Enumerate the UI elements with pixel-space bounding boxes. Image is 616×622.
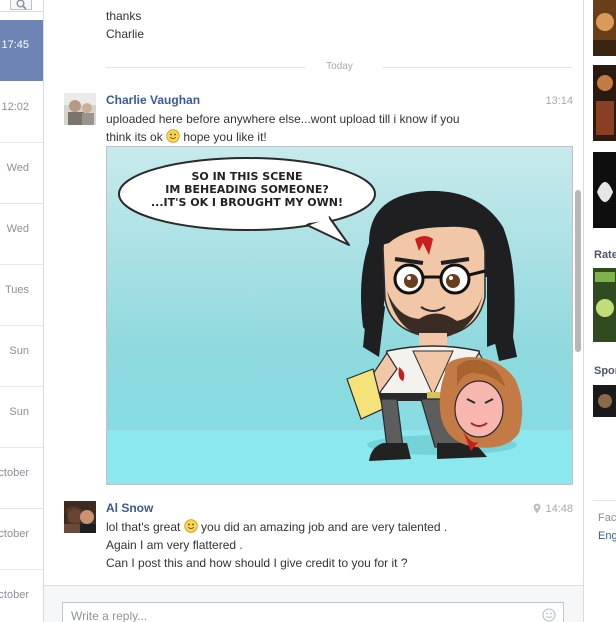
section-heading-rate: Rate: [594, 249, 616, 261]
smiley-icon: [166, 129, 180, 143]
message-time: 14:48: [545, 503, 573, 515]
conversation-time: 17:45: [1, 39, 29, 51]
emoji-icon[interactable]: [542, 608, 556, 622]
message-fragment: you did an amazing job and are very tale…: [197, 520, 448, 534]
thread-scrollbar[interactable]: [574, 0, 583, 622]
previous-message-line: Charlie: [106, 27, 145, 41]
message-fragment: hope you like it!: [180, 130, 267, 144]
language-link[interactable]: Eng: [598, 530, 616, 542]
conversation-time: 12:02: [1, 101, 29, 113]
conversation-item[interactable]: Wed: [0, 143, 43, 204]
speech-bubble-line: IM BEHEADING SOMEONE?: [165, 183, 328, 196]
message-line: uploaded here before anywhere else...won…: [106, 112, 460, 126]
previous-message: thanks Charlie: [106, 7, 144, 43]
location-pin-icon[interactable]: [533, 503, 541, 514]
conversation-item[interactable]: ctober: [0, 570, 43, 622]
speech-bubble-line: ...IT'S OK I BROUGHT MY OWN!: [151, 196, 343, 209]
conversation-item[interactable]: Tues: [0, 265, 43, 326]
conversation-item[interactable]: 12:02: [0, 82, 43, 143]
right-sidebar: Rate Spon Fac Eng: [583, 0, 616, 622]
section-heading-sponsored: Spon: [594, 365, 616, 377]
conversation-item[interactable]: Sun: [0, 326, 43, 387]
message-thread: thanks Charlie Today Charlie Vaughan 13:…: [44, 0, 574, 622]
sidebar-thumbnail[interactable]: [593, 152, 616, 228]
message-line: lol that's great you did an amazing job …: [106, 518, 516, 536]
previous-message-line: thanks: [106, 9, 142, 23]
smiley-icon: [183, 519, 198, 533]
reply-input[interactable]: [62, 602, 564, 622]
reply-bar: [44, 585, 583, 622]
sidebar-thumbnail[interactable]: [593, 268, 616, 342]
message-text: lol that's great you did an amazing job …: [106, 518, 516, 572]
conversation-time: ctober: [0, 467, 29, 479]
avatar-al-snow[interactable]: [64, 501, 96, 533]
message-time: 13:14: [545, 95, 573, 107]
conversation-time: Sun: [9, 345, 29, 357]
search-icon: [16, 0, 27, 10]
search-button[interactable]: [10, 0, 32, 10]
conversation-item[interactable]: Sun: [0, 387, 43, 448]
speech-bubble-line: SO IN THIS SCENE: [191, 170, 302, 183]
image-attachment[interactable]: SO IN THIS SCENE IM BEHEADING SOMEONE? .…: [106, 146, 573, 485]
conversation-search[interactable]: [0, 0, 43, 12]
conversation-time: ctober: [0, 528, 29, 540]
conversation-item[interactable]: ctober: [0, 448, 43, 509]
sidebar-thumbnail[interactable]: [593, 65, 616, 141]
message-sender[interactable]: Charlie Vaughan: [106, 93, 200, 107]
sidebar-thumbnail[interactable]: [593, 0, 616, 56]
conversation-item[interactable]: Wed: [0, 204, 43, 265]
conversation-time: Wed: [6, 223, 29, 235]
message-line: Again I am very flattered .: [106, 538, 243, 552]
message-time-with-location: 14:48: [533, 503, 573, 515]
message-line: think its ok hope you like it!: [106, 128, 516, 146]
message-text: uploaded here before anywhere else...won…: [106, 110, 516, 146]
scrollbar-thumb[interactable]: [575, 190, 581, 352]
message-line: Can I post this and how should I give cr…: [106, 556, 408, 570]
conversation-list: 17:45 12:02 Wed Wed Tues Sun Sun ctober …: [0, 0, 44, 622]
message-sender[interactable]: Al Snow: [106, 501, 153, 515]
conversation-time: Wed: [6, 162, 29, 174]
avatar-charlie-vaughan[interactable]: [64, 93, 96, 125]
conversation-time: Sun: [9, 406, 29, 418]
conversation-item-active[interactable]: 17:45: [0, 20, 43, 81]
conversation-item[interactable]: ctober: [0, 509, 43, 570]
message-fragment: lol that's great: [106, 520, 181, 534]
conversation-time: ctober: [0, 589, 29, 601]
day-separator: Today: [106, 60, 573, 74]
footer-text: Fac: [598, 512, 616, 524]
message-fragment: think its ok: [106, 130, 163, 144]
sidebar-thumbnail[interactable]: [593, 385, 616, 417]
conversation-time: Tues: [4, 284, 29, 296]
day-separator-label: Today: [326, 61, 353, 72]
